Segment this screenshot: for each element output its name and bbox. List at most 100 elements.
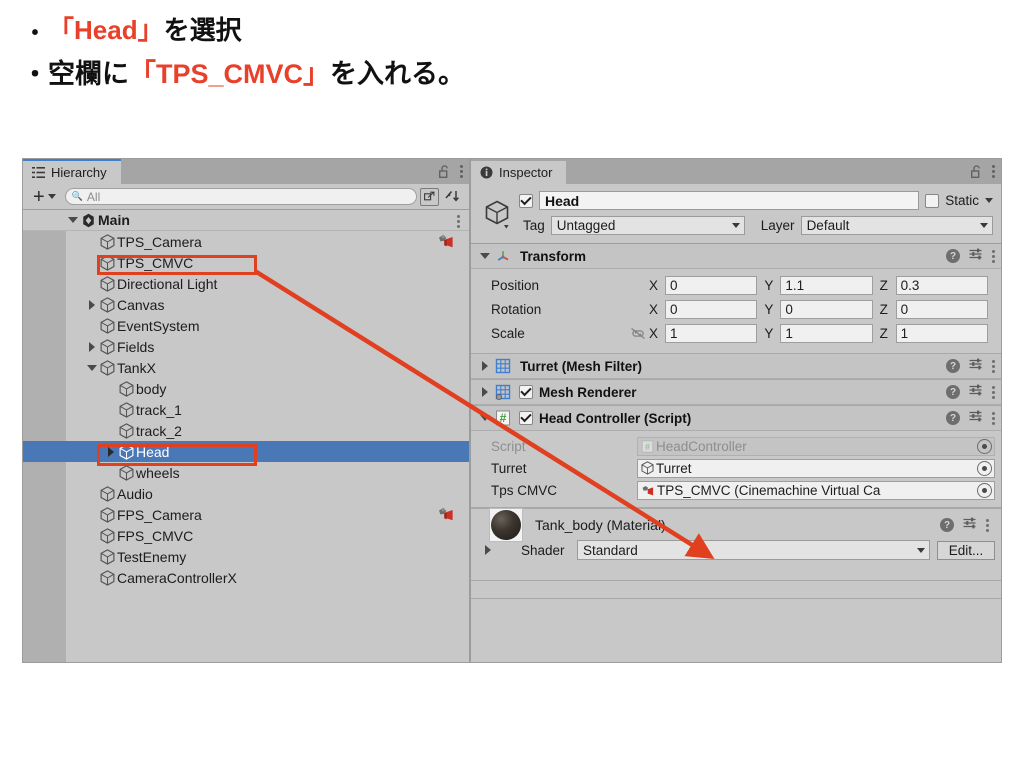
object-enabled-checkbox[interactable] [519, 193, 533, 208]
kebab-menu-icon[interactable] [992, 385, 995, 399]
sort-icon[interactable] [439, 187, 465, 207]
hierarchy-item-label: FPS_CMVC [117, 527, 194, 544]
kebab-menu-icon[interactable] [992, 249, 995, 263]
help-circle-icon[interactable]: ? [946, 359, 960, 373]
transform-rotation-x[interactable]: 0 [665, 299, 758, 319]
tab-hierarchy[interactable]: Hierarchy [23, 159, 121, 184]
transform-position-y[interactable]: 1.1 [780, 275, 873, 295]
preset-sliders-icon[interactable] [969, 247, 983, 266]
bullet-item: • 「Head」を選択 [22, 12, 822, 49]
static-checkbox[interactable] [925, 193, 940, 208]
hierarchy-item-main[interactable]: Main [23, 210, 469, 231]
material-header[interactable]: Tank_body (Material) ? [471, 508, 1001, 542]
help-circle-icon[interactable]: ? [940, 518, 954, 532]
tab-inspector[interactable]: Inspector [471, 159, 567, 184]
transform-scale-x[interactable]: 1 [665, 323, 758, 343]
kebab-menu-icon[interactable] [457, 215, 460, 228]
hierarchy-item-eventsystem[interactable]: EventSystem [23, 315, 469, 336]
property-object-field[interactable]: Turret [637, 458, 995, 478]
search-input[interactable]: 🔍 All [64, 188, 417, 205]
gameobject-cube-icon [117, 422, 136, 439]
shader-dropdown[interactable]: Standard [577, 540, 930, 560]
object-picker-icon[interactable] [977, 460, 992, 476]
expand-triangle-icon[interactable] [477, 545, 499, 555]
transform-scale-y[interactable]: 1 [780, 323, 873, 343]
kebab-menu-icon[interactable] [992, 411, 995, 425]
hierarchy-item-fields[interactable]: Fields [23, 336, 469, 357]
tag-dropdown[interactable]: Untagged [550, 216, 745, 235]
hierarchy-item-fps-camera[interactable]: FPS_Camera [23, 504, 469, 525]
object-picker-icon[interactable] [977, 482, 992, 498]
expand-triangle-icon[interactable] [66, 217, 79, 223]
hierarchy-item-label: CameraControllerX [117, 569, 237, 586]
property-label: Turret [491, 460, 527, 476]
kebab-menu-icon[interactable] [460, 165, 463, 178]
kebab-menu-icon[interactable] [992, 359, 995, 373]
component-turret-mesh-filter-: Turret (Mesh Filter)? [471, 354, 1001, 380]
property-object-field[interactable]: TPS_CMVC (Cinemachine Virtual Ca [637, 480, 995, 500]
transform-scale-z[interactable]: 1 [895, 323, 988, 343]
collapse-triangle-icon[interactable] [477, 387, 492, 397]
hierarchy-item-tps-camera[interactable]: TPS_Camera [23, 231, 469, 252]
info-circle-icon [480, 166, 493, 179]
object-name-field[interactable]: Head [539, 191, 920, 210]
preset-sliders-icon[interactable] [969, 383, 983, 402]
hierarchy-item-canvas[interactable]: Canvas [23, 294, 469, 315]
inspector-panel: Inspector Head Static Tag Untagged Layer… [470, 158, 1002, 663]
kebab-menu-icon[interactable] [992, 165, 995, 178]
preset-sliders-icon[interactable] [969, 357, 983, 376]
component-enabled-checkbox[interactable] [519, 385, 533, 399]
component-header[interactable]: Turret (Mesh Filter)? [471, 354, 1001, 379]
preset-sliders-icon[interactable] [969, 409, 983, 428]
head-controller-header[interactable]: # Head Controller (Script) ? [471, 406, 1001, 431]
property-object-field[interactable]: # HeadController [637, 436, 995, 456]
transform-rotation-z[interactable]: 0 [895, 299, 988, 319]
hierarchy-item-track-1[interactable]: track_1 [23, 399, 469, 420]
constrain-proportions-off-icon[interactable] [627, 327, 649, 340]
help-circle-icon[interactable]: ? [946, 249, 960, 263]
layer-dropdown[interactable]: Default [800, 216, 993, 235]
lock-open-icon[interactable] [971, 165, 982, 178]
object-picker-icon[interactable] [977, 438, 992, 454]
expand-triangle-icon[interactable] [477, 253, 492, 259]
hierarchy-item-head[interactable]: Head [23, 441, 469, 462]
transform-position-z[interactable]: 0.3 [895, 275, 988, 295]
expand-triangle-icon[interactable] [477, 415, 492, 421]
transform-header[interactable]: Transform ? [471, 244, 1001, 269]
axis-label-y: Y [764, 325, 774, 341]
collapse-triangle-icon[interactable] [477, 361, 492, 371]
transform-rotation-y[interactable]: 0 [780, 299, 873, 319]
window-picker-icon[interactable] [420, 187, 439, 206]
preset-sliders-icon[interactable] [963, 516, 977, 535]
hierarchy-panel: Hierarchy + 🔍 All Main TPS_Camera TPS_CM… [22, 158, 470, 663]
collapse-triangle-icon[interactable] [85, 299, 98, 310]
hierarchy-item-cameracontrollerx[interactable]: CameraControllerX [23, 567, 469, 588]
expand-triangle-icon[interactable] [85, 364, 98, 371]
collapse-triangle-icon[interactable] [104, 446, 117, 457]
kebab-menu-icon[interactable] [986, 518, 989, 532]
hierarchy-item-tankx[interactable]: TankX [23, 357, 469, 378]
head-controller-enabled-checkbox[interactable] [519, 411, 533, 425]
hierarchy-item-testenemy[interactable]: TestEnemy [23, 546, 469, 567]
hierarchy-item-fps-cmvc[interactable]: FPS_CMVC [23, 525, 469, 546]
transform-position-x[interactable]: 0 [665, 275, 758, 295]
transform-fields: Position X 0 Y 1.1 Z 0.3 Rotation X 0 Y 0 Z 0 Scale X 1 Y… [471, 269, 1001, 353]
chevron-down-icon[interactable] [985, 198, 993, 203]
hierarchy-tree[interactable]: Main TPS_Camera TPS_CMVC Directional Light C… [23, 210, 469, 662]
hierarchy-item-body[interactable]: body [23, 378, 469, 399]
hierarchy-item-label: Canvas [117, 296, 165, 313]
hierarchy-item-tps-cmvc[interactable]: TPS_CMVC [23, 252, 469, 273]
material-title: Tank_body (Material) [535, 517, 666, 533]
component-header[interactable]: Mesh Renderer? [471, 380, 1001, 405]
hierarchy-item-track-2[interactable]: track_2 [23, 420, 469, 441]
hierarchy-item-wheels[interactable]: wheels [23, 462, 469, 483]
gameobject-cube-icon [98, 296, 117, 313]
help-circle-icon[interactable]: ? [946, 385, 960, 399]
help-circle-icon[interactable]: ? [946, 411, 960, 425]
collapse-triangle-icon[interactable] [85, 341, 98, 352]
lock-open-icon[interactable] [439, 165, 450, 178]
edit-shader-button[interactable]: Edit... [937, 540, 995, 560]
hierarchy-item-directional-light[interactable]: Directional Light [23, 273, 469, 294]
create-object-button[interactable]: + [27, 187, 62, 207]
hierarchy-item-audio[interactable]: Audio [23, 483, 469, 504]
